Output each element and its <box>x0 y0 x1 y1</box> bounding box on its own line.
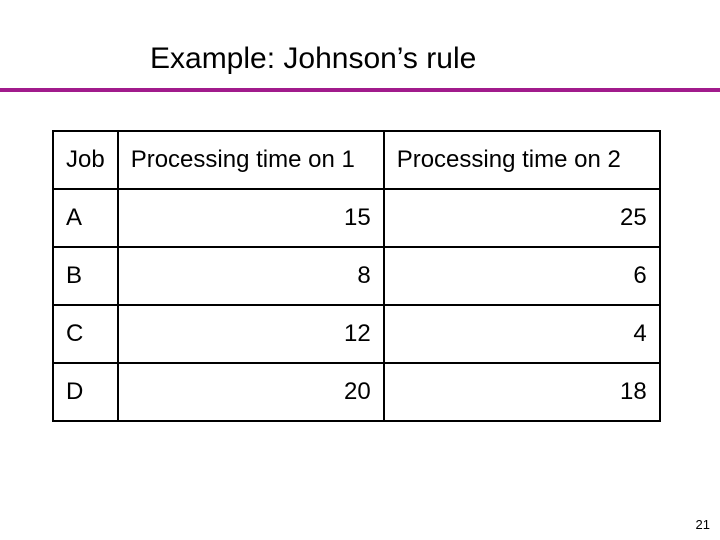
table-header-row: Job Processing time on 1 Processing time… <box>53 131 660 189</box>
page-number: 21 <box>696 517 710 532</box>
header-processing-time-2: Processing time on 2 <box>384 131 660 189</box>
slide: Example: Johnson’s rule Job Processing t… <box>0 0 720 540</box>
cell-p1: 8 <box>118 247 384 305</box>
cell-job: B <box>53 247 118 305</box>
cell-p2: 4 <box>384 305 660 363</box>
table-row: D 20 18 <box>53 363 660 421</box>
cell-job: D <box>53 363 118 421</box>
cell-p1: 15 <box>118 189 384 247</box>
cell-p2: 6 <box>384 247 660 305</box>
title-underline <box>0 88 720 92</box>
header-job: Job <box>53 131 118 189</box>
cell-p2: 25 <box>384 189 660 247</box>
slide-title: Example: Johnson’s rule <box>150 42 476 76</box>
processing-times-table: Job Processing time on 1 Processing time… <box>52 130 661 422</box>
table-row: A 15 25 <box>53 189 660 247</box>
cell-job: C <box>53 305 118 363</box>
cell-p1: 12 <box>118 305 384 363</box>
header-processing-time-1: Processing time on 1 <box>118 131 384 189</box>
table-row: B 8 6 <box>53 247 660 305</box>
table-row: C 12 4 <box>53 305 660 363</box>
cell-job: A <box>53 189 118 247</box>
cell-p1: 20 <box>118 363 384 421</box>
cell-p2: 18 <box>384 363 660 421</box>
